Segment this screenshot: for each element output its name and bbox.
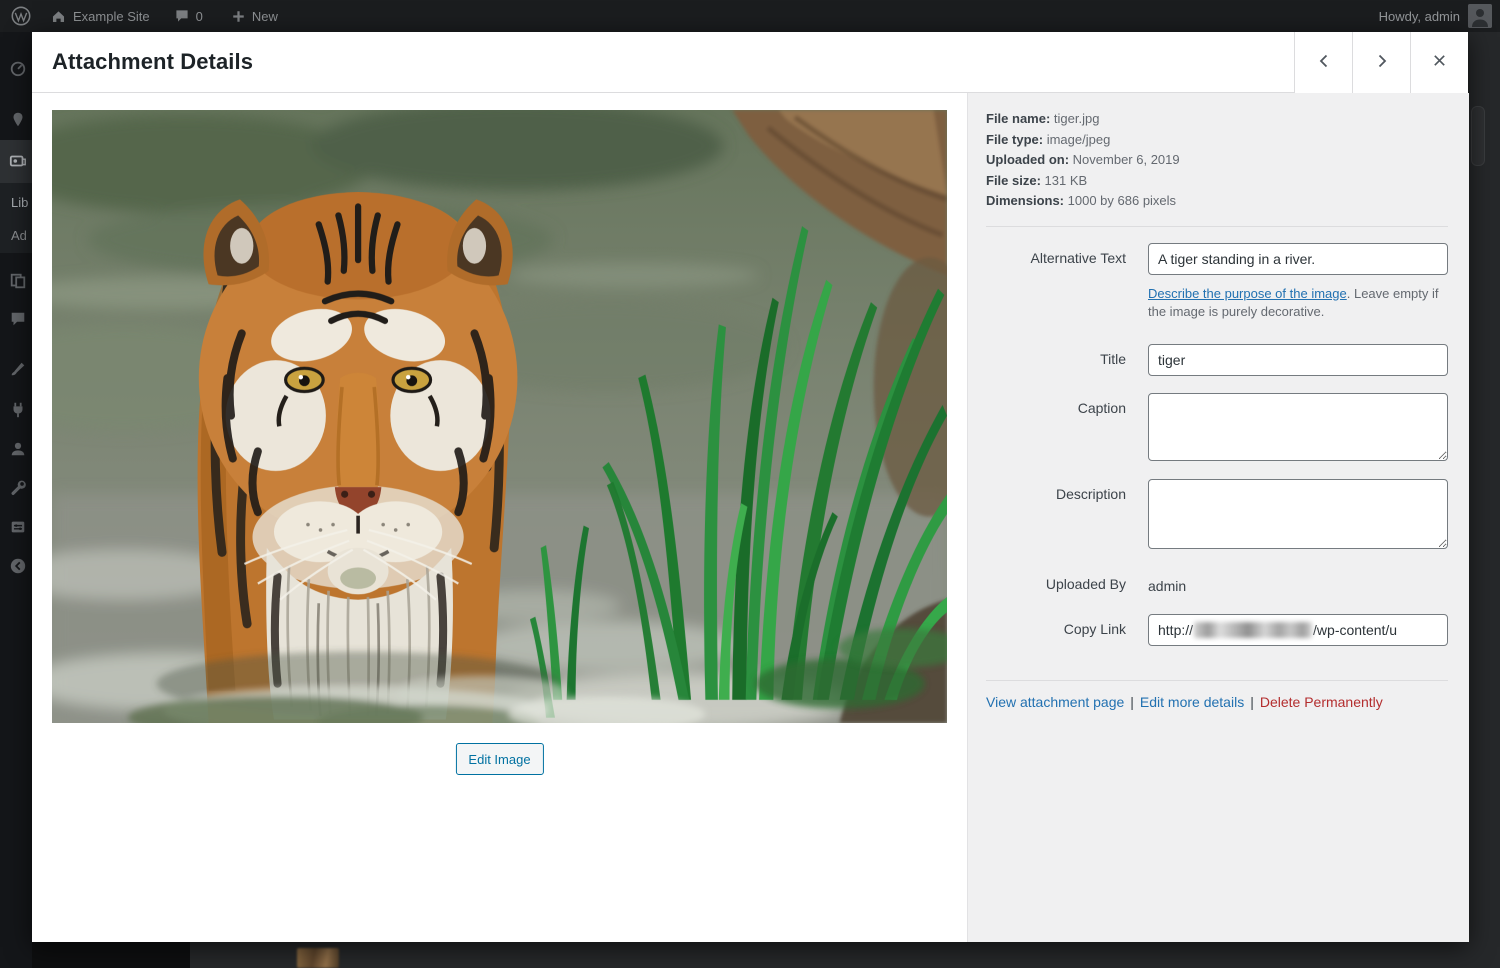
uploaded-by-label: Uploaded By [986,576,1126,596]
admin-bar: Example Site 0 New Howdy, admin [0,0,1500,32]
settings-icon [9,518,27,536]
collapse-icon [9,557,27,575]
previous-button[interactable] [1294,32,1352,93]
file-name-label: File name: [986,111,1050,126]
site-name: Example Site [73,9,150,24]
copy-link-redacted [1194,622,1312,638]
alt-text-input[interactable] [1148,243,1448,275]
copy-link-label: Copy Link [986,614,1126,646]
users-icon [9,440,27,458]
copy-link-row: Copy Link http:// /wp-content/u [986,614,1448,646]
file-type-label: File type: [986,132,1043,147]
file-name-row: File name: tiger.jpg [986,109,1448,130]
delete-permanently-link[interactable]: Delete Permanently [1260,694,1383,710]
copy-link-prefix: http:// [1158,622,1193,638]
caption-label: Caption [986,393,1126,464]
attachment-actions: View attachment page | Edit more details | D… [986,680,1448,710]
description-textarea[interactable] [1148,479,1448,549]
file-size-value: 131 KB [1045,173,1088,188]
admin-sidebar: Lib Ad [0,32,32,968]
dashboard-icon [9,59,27,77]
wordpress-logo-icon [10,5,32,27]
modal-nav [1294,32,1468,93]
avatar [1468,4,1492,28]
dimensions-label: Dimensions: [986,193,1064,208]
alt-text-label: Alternative Text [986,243,1126,323]
close-icon [1432,53,1447,71]
uploaded-by-value: admin [1148,578,1186,594]
pin-icon [9,111,27,129]
actions-separator: | [1130,694,1134,710]
modal-title: Attachment Details [52,49,253,75]
close-button[interactable] [1410,32,1468,93]
site-menu: Example Site [50,8,150,25]
file-details: File name: tiger.jpg File type: image/jp… [986,109,1448,227]
chevron-left-icon [1316,53,1332,72]
media-icon [9,152,27,170]
new-menu: New [231,9,278,24]
uploaded-by-row: Uploaded By admin [986,576,1448,596]
sidebar-item-add-new: Ad [11,228,32,243]
pages-icon [9,272,27,290]
title-row: Title [986,344,1448,376]
modal-body: Edit Image File name: tiger.jpg File typ… [32,93,1468,942]
attachment-info-pane: File name: tiger.jpg File type: image/jp… [967,93,1469,942]
uploaded-on-value: November 6, 2019 [1073,152,1180,167]
plug-icon [9,401,27,419]
attachment-image [52,110,947,723]
view-attachment-page-link[interactable]: View attachment page [986,694,1124,710]
title-label: Title [986,344,1126,376]
screen: Example Site 0 New Howdy, admin [0,0,1500,968]
caption-textarea[interactable] [1148,393,1448,461]
copy-link-field[interactable]: http:// /wp-content/u [1148,614,1448,646]
file-size-label: File size: [986,173,1041,188]
actions-separator: | [1250,694,1254,710]
plus-icon [231,9,246,24]
file-name-value: tiger.jpg [1054,111,1100,126]
file-size-row: File size: 131 KB [986,171,1448,192]
title-input[interactable] [1148,344,1448,376]
edit-more-details-link[interactable]: Edit more details [1140,694,1244,710]
file-type-value: image/jpeg [1047,132,1111,147]
description-label: Description [986,479,1126,552]
comment-icon [9,310,27,328]
description-row: Description [986,479,1448,552]
comments-count: 0 [196,9,203,24]
dimensions-value: 1000 by 686 pixels [1068,193,1176,208]
comments-menu: 0 [174,8,203,24]
caption-row: Caption [986,393,1448,464]
edit-image-button[interactable]: Edit Image [455,743,543,775]
alt-text-row: Alternative Text Describe the purpose of… [986,243,1448,323]
next-button[interactable] [1352,32,1410,93]
attachment-details-modal: Attachment Details [32,32,1468,942]
wrench-icon [9,479,27,497]
file-type-row: File type: image/jpeg [986,130,1448,151]
uploaded-on-row: Uploaded on: November 6, 2019 [986,150,1448,171]
background-scrollbar [1471,106,1485,166]
alt-help-link[interactable]: Describe the purpose of the image [1148,286,1347,301]
new-label: New [252,9,278,24]
modal-header: Attachment Details [32,32,1468,93]
chevron-right-icon [1374,53,1390,72]
tiger-photo [52,110,947,723]
home-icon [50,8,67,25]
background-thumbnail-image [297,948,339,968]
dimensions-row: Dimensions: 1000 by 686 pixels [986,191,1448,212]
comments-icon [174,8,190,24]
howdy-text: Howdy, admin [1379,9,1460,24]
alt-text-help: Describe the purpose of the image. Leave… [1148,285,1448,323]
uploaded-on-label: Uploaded on: [986,152,1069,167]
copy-link-suffix: /wp-content/u [1313,622,1397,638]
media-pane: Edit Image [32,93,967,942]
brush-icon [9,360,27,378]
attachment-form: Alternative Text Describe the purpose of… [986,243,1448,647]
sidebar-item-library: Lib [11,195,32,210]
